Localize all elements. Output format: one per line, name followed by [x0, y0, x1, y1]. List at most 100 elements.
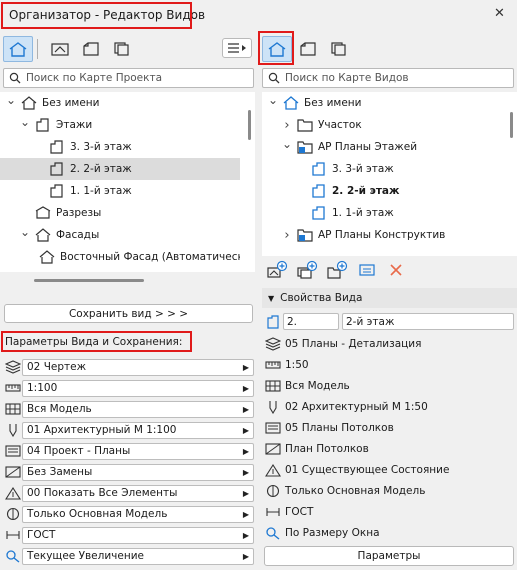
tree-item[interactable]: 2. 2-й этаж	[0, 158, 240, 180]
chevron-right-icon[interactable]: ›	[282, 118, 292, 133]
tree-item-label: АР Планы Конструктив	[318, 229, 446, 241]
chevron-down-icon[interactable]: ⌄	[20, 225, 30, 239]
tree-item[interactable]: ⌄ Без имени	[262, 92, 502, 114]
layout-book-tab[interactable]	[76, 36, 106, 62]
param-dropdown[interactable]: Вся Модель ▶	[22, 400, 254, 418]
view-property-row: 01 Существующее Состояние	[265, 460, 449, 480]
view-property-row: 05 Планы - Детализация	[265, 334, 421, 354]
tree-item[interactable]: ⌄ Без имени	[0, 92, 240, 114]
tree-item[interactable]: ⌄ АР Планы Этажей	[262, 136, 502, 158]
chevron-down-icon[interactable]: ⌄	[268, 93, 278, 107]
tree-item[interactable]: ⌄ Фасады	[0, 224, 240, 246]
tree-item-label: Без имени	[304, 97, 362, 109]
view-id-value: 2.	[287, 315, 298, 328]
new-view-icon[interactable]	[266, 260, 288, 280]
new-folder-icon[interactable]	[326, 260, 348, 280]
param-dropdown[interactable]: 00 Показать Все Элементы ▶	[22, 484, 254, 502]
right-publisher-tab[interactable]	[324, 36, 354, 62]
tree-item[interactable]: ⌄ Этажи	[0, 114, 240, 136]
story-icon	[311, 206, 327, 220]
param-dropdown[interactable]: Только Основная Модель ▶	[22, 505, 254, 523]
param-dropdown[interactable]: 04 Проект - Планы ▶	[22, 442, 254, 460]
project-map-search[interactable]: Поиск по Карте Проекта	[3, 68, 254, 88]
param-dropdown[interactable]: 02 Чертеж ▶	[22, 358, 254, 376]
tree-item[interactable]: 3. 3-й этаж	[262, 158, 502, 180]
tree-item[interactable]: 3. 3-й этаж	[0, 136, 240, 158]
chevron-right-icon: ▶	[242, 488, 249, 498]
tree-item[interactable]: › АР Планы Конструктив	[262, 224, 502, 246]
story-icon	[267, 315, 279, 329]
view-id-row: 2. 2-й этаж	[265, 313, 515, 331]
view-map-tree[interactable]: ⌄ Без имени › Участок ⌄ АР Планы Этажей 3. 3-й…	[262, 92, 517, 256]
view-property-row: ГОСТ	[265, 502, 313, 522]
view-map-search[interactable]: Поиск по Карте Видов	[262, 68, 514, 88]
param-value: 00 Показать Все Элементы	[27, 487, 178, 499]
param-dropdown[interactable]: ГОСТ ▶	[22, 526, 254, 544]
override-icon	[265, 442, 281, 456]
chevron-down-icon[interactable]: ⌄	[20, 115, 30, 129]
layers-icon	[4, 360, 22, 374]
view-property-row: По Размеру Окна	[265, 523, 380, 543]
param-dropdown[interactable]: 1:100 ▶	[22, 379, 254, 397]
chevron-right-icon: ▶	[242, 425, 249, 435]
override-icon	[4, 465, 22, 479]
clone-view-icon[interactable]	[296, 260, 318, 280]
tree-item[interactable]: › Участок	[262, 114, 502, 136]
right-layout-book-tab[interactable]	[293, 36, 323, 62]
project-icon	[21, 96, 37, 110]
delete-icon[interactable]	[388, 262, 404, 278]
view-settings-icon[interactable]	[358, 262, 376, 278]
tree-item[interactable]: 1. 1-й этаж	[0, 180, 240, 202]
view-property-row: Только Основная Модель	[265, 481, 425, 501]
tree-scrollbar-v[interactable]	[248, 110, 251, 140]
title-bar: Организатор - Редактор Видов ✕	[0, 0, 517, 30]
tree-item[interactable]: Восточный Фасад (Автоматическ	[0, 246, 240, 268]
params-button-label: Параметры	[357, 550, 421, 562]
story-icon	[311, 162, 327, 176]
view-properties-header[interactable]: ▼ Свойства Вида	[262, 288, 517, 308]
tree-item[interactable]: 1. 1-й этаж	[262, 202, 502, 224]
view-property-row: 05 Планы Потолков	[265, 418, 394, 438]
publisher-sets-tab[interactable]	[107, 36, 137, 62]
layout-book-icon	[300, 42, 316, 56]
chevron-down-icon[interactable]: ⌄	[6, 93, 16, 107]
zoom-icon	[4, 549, 22, 563]
param-value: 02 Чертеж	[27, 361, 87, 373]
param-dropdown[interactable]: Без Замены ▶	[22, 463, 254, 481]
view-property-row: План Потолков	[265, 439, 369, 459]
param-dropdown[interactable]: 01 Архитектурный М 1:100 ▶	[22, 421, 254, 439]
chevron-down-icon[interactable]: ⌄	[282, 137, 292, 151]
param-dropdown[interactable]: Текущее Увеличение ▶	[22, 547, 254, 565]
view-name-input[interactable]: 2-й этаж	[342, 313, 514, 330]
tree-item-label: 3. 3-й этаж	[332, 163, 394, 175]
tree-scrollbar-v[interactable]	[510, 112, 513, 138]
house-icon	[268, 42, 286, 57]
params-button[interactable]: Параметры	[264, 546, 514, 566]
view-param-row: 04 Проект - Планы ▶	[4, 442, 254, 460]
save-view-button[interactable]: Сохранить вид > > >	[4, 304, 253, 323]
left-menu-button[interactable]	[222, 38, 252, 58]
tree-scrollbar-h[interactable]	[34, 279, 144, 282]
tree-item[interactable]: Разрезы	[0, 202, 240, 224]
property-value: По Размеру Окна	[285, 527, 380, 539]
collapse-icon: ▼	[268, 293, 275, 303]
right-view-map-tab[interactable]	[262, 36, 292, 62]
elevation-icon	[35, 228, 51, 242]
project-map-tab[interactable]	[3, 36, 33, 62]
window-title: Организатор - Редактор Видов	[9, 8, 206, 22]
close-button[interactable]: ✕	[494, 6, 505, 21]
view-id-input[interactable]: 2.	[283, 313, 339, 330]
folder-view-icon	[297, 140, 313, 154]
layers-icon	[265, 337, 281, 351]
properties-title: Свойства Вида	[280, 292, 363, 304]
tree-item-label: Без имени	[42, 97, 100, 109]
tree-item-label: Участок	[318, 119, 362, 131]
tree-item-label: Этажи	[56, 119, 93, 131]
project-map-tree[interactable]: ⌄ Без имени ⌄ Этажи 3. 3-й этаж 2. 2-й этаж 1.…	[0, 92, 255, 272]
chevron-right-icon[interactable]: ›	[282, 228, 292, 243]
tree-item[interactable]: 2. 2-й этаж	[262, 180, 502, 202]
view-map-tab[interactable]	[45, 36, 75, 62]
publisher-icon	[114, 42, 129, 56]
dimension-icon	[265, 505, 281, 519]
view-property-row: 1:50	[265, 355, 309, 375]
